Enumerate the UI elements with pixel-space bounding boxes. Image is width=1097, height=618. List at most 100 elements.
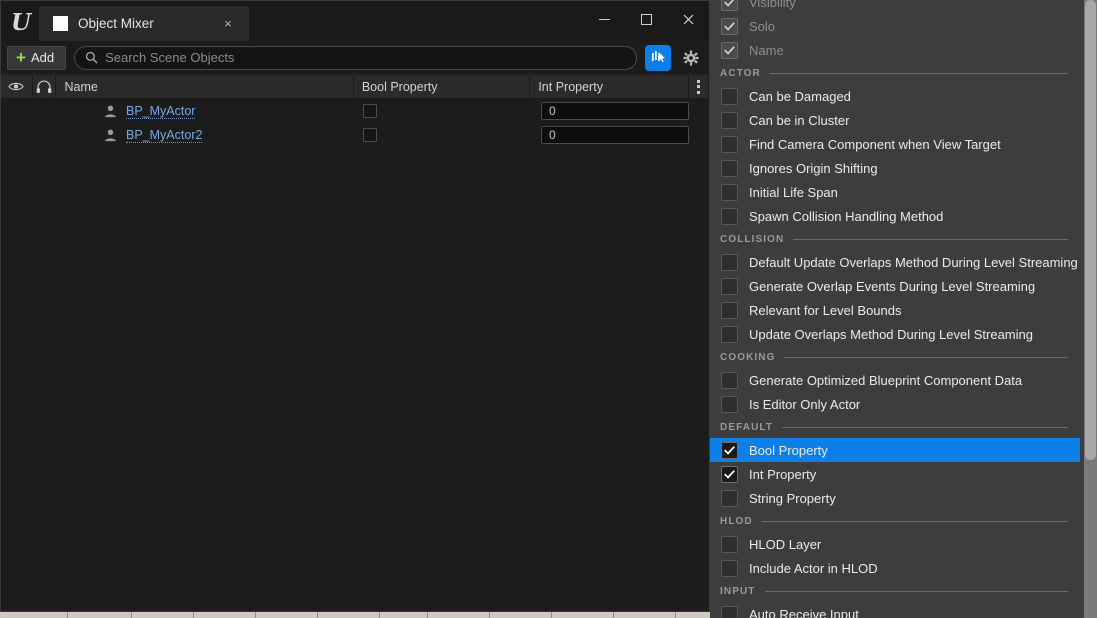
panel-menu-item[interactable]: Solo: [710, 14, 1080, 38]
row-int-property-cell[interactable]: 0: [535, 123, 695, 147]
panel-item-checkbox[interactable]: [721, 559, 738, 577]
panel-section-label: DEFAULT: [720, 421, 774, 433]
panel-section-divider: [782, 426, 1068, 428]
table-row[interactable]: BP_MyActor 0: [1, 99, 709, 123]
panel-section-label: COLLISION: [720, 233, 785, 245]
row-name-cell[interactable]: BP_MyActor2: [57, 123, 357, 147]
panel-menu-item[interactable]: Initial Life Span: [710, 180, 1080, 204]
maximize-button[interactable]: [625, 2, 667, 36]
column-header-name[interactable]: Name: [56, 75, 354, 98]
panel-item-checkbox[interactable]: [721, 489, 738, 507]
settings-gear-button[interactable]: [679, 46, 703, 70]
panel-menu-item[interactable]: Is Editor Only Actor: [710, 392, 1080, 416]
panel-menu-item[interactable]: Update Overlaps Method During Level Stre…: [710, 322, 1080, 346]
panel-item-checkbox[interactable]: [721, 301, 738, 319]
toolbar: + Add Search Scene Objects: [1, 41, 709, 75]
row-solo-toggle[interactable]: [33, 123, 57, 147]
add-button[interactable]: + Add: [7, 45, 67, 70]
search-input[interactable]: Search Scene Objects: [74, 45, 637, 70]
column-header-int-property[interactable]: Int Property: [530, 75, 689, 98]
search-icon: [85, 51, 98, 64]
panel-item-checkbox[interactable]: [721, 535, 738, 553]
int-property-input[interactable]: 0: [541, 126, 689, 144]
actor-link[interactable]: BP_MyActor2: [126, 128, 203, 143]
panel-item-label: Relevant for Level Bounds: [749, 302, 902, 318]
row-bool-property-cell[interactable]: [357, 123, 535, 147]
panel-menu-item[interactable]: Ignores Origin Shifting: [710, 156, 1080, 180]
panel-section-divider: [793, 238, 1068, 240]
panel-item-checkbox[interactable]: [721, 17, 738, 35]
column-header-visibility[interactable]: [1, 75, 33, 98]
panel-item-checkbox[interactable]: [721, 605, 738, 618]
bool-property-checkbox[interactable]: [363, 128, 377, 142]
tab-close-icon[interactable]: ×: [219, 15, 237, 33]
row-int-property-cell[interactable]: 0: [535, 99, 695, 123]
actor-link[interactable]: BP_MyActor: [126, 104, 196, 119]
panel-item-checkbox[interactable]: [721, 441, 738, 459]
table-row[interactable]: BP_MyActor2 0: [1, 123, 709, 147]
panel-item-checkbox[interactable]: [721, 465, 738, 483]
int-property-input[interactable]: 0: [541, 102, 689, 120]
panel-menu-item[interactable]: Generate Optimized Blueprint Component D…: [710, 368, 1080, 392]
panel-menu-item[interactable]: Spawn Collision Handling Method: [710, 204, 1080, 228]
panel-item-label: Initial Life Span: [749, 184, 838, 200]
checkmark-icon: [724, 469, 735, 479]
panel-section-header: HLOD: [710, 510, 1080, 532]
tab-object-mixer[interactable]: Object Mixer ×: [39, 6, 249, 41]
panel-menu-item[interactable]: Relevant for Level Bounds: [710, 298, 1080, 322]
row-name-cell[interactable]: BP_MyActor: [57, 99, 357, 123]
panel-scrollbar-track[interactable]: [1084, 0, 1097, 618]
panel-item-checkbox[interactable]: [721, 253, 738, 271]
panel-item-label: Can be in Cluster: [749, 112, 850, 128]
panel-menu-item[interactable]: HLOD Layer: [710, 532, 1080, 556]
panel-item-checkbox[interactable]: [721, 87, 738, 105]
panel-section-header: ACTOR: [710, 62, 1080, 84]
panel-item-checkbox[interactable]: [721, 325, 738, 343]
panel-menu-item[interactable]: Auto Receive Input: [710, 602, 1080, 618]
row-visibility-toggle[interactable]: [1, 99, 33, 123]
panel-item-checkbox[interactable]: [721, 183, 738, 201]
column-header-bool-property[interactable]: Bool Property: [354, 75, 531, 98]
panel-item-label: Name: [749, 42, 784, 58]
panel-item-label: Solo: [749, 18, 776, 34]
column-options-button[interactable]: [689, 75, 709, 98]
panel-menu-item[interactable]: String Property: [710, 486, 1080, 510]
panel-item-checkbox[interactable]: [721, 371, 738, 389]
panel-section-label: INPUT: [720, 585, 756, 597]
panel-item-checkbox[interactable]: [721, 207, 738, 225]
panel-item-checkbox[interactable]: [721, 135, 738, 153]
panel-item-label: Include Actor in HLOD: [749, 560, 878, 576]
panel-menu-item[interactable]: Visibility: [710, 0, 1080, 14]
panel-section-header: COOKING: [710, 346, 1080, 368]
panel-menu-item[interactable]: Can be Damaged: [710, 84, 1080, 108]
window-controls: [583, 1, 709, 37]
panel-menu-item[interactable]: Name: [710, 38, 1080, 62]
panel-menu-item[interactable]: Bool Property: [710, 438, 1080, 462]
panel-item-checkbox[interactable]: [721, 395, 738, 413]
panel-menu-item[interactable]: Int Property: [710, 462, 1080, 486]
panel-menu-item[interactable]: Can be in Cluster: [710, 108, 1080, 132]
checkmark-icon: [724, 0, 734, 7]
panel-item-checkbox[interactable]: [721, 41, 738, 59]
panel-item-checkbox[interactable]: [721, 0, 738, 11]
panel-item-checkbox[interactable]: [721, 159, 738, 177]
panel-item-label: Update Overlaps Method During Level Stre…: [749, 326, 1033, 342]
bool-property-checkbox[interactable]: [363, 104, 377, 118]
column-header-solo[interactable]: [33, 75, 57, 98]
sync-selection-toggle-button[interactable]: [645, 44, 671, 71]
minimize-button[interactable]: [583, 2, 625, 36]
panel-menu-item[interactable]: Default Update Overlaps Method During Le…: [710, 250, 1080, 274]
panel-menu-item[interactable]: Find Camera Component when View Target: [710, 132, 1080, 156]
row-bool-property-cell[interactable]: [357, 99, 535, 123]
row-solo-toggle[interactable]: [33, 99, 57, 123]
close-button[interactable]: [667, 2, 709, 36]
panel-item-label: Generate Overlap Events During Level Str…: [749, 278, 1036, 294]
window-titlebar: U Object Mixer ×: [1, 1, 709, 41]
panel-scrollbar-thumb[interactable]: [1085, 0, 1096, 460]
panel-menu-item[interactable]: Generate Overlap Events During Level Str…: [710, 274, 1080, 298]
panel-item-checkbox[interactable]: [721, 111, 738, 129]
panel-menu-item[interactable]: Include Actor in HLOD: [710, 556, 1080, 580]
panel-item-checkbox[interactable]: [721, 277, 738, 295]
row-visibility-toggle[interactable]: [1, 123, 33, 147]
table-column-headers: Name Bool Property Int Property: [1, 75, 709, 99]
